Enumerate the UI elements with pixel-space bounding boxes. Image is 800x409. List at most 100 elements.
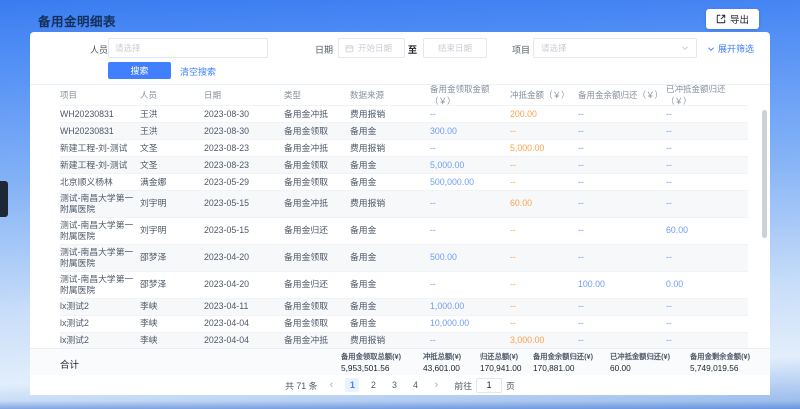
table-cell: 2023-08-30: [204, 124, 284, 139]
summary-item: 冲抵总额(¥)43,601.00: [423, 352, 461, 373]
table-row[interactable]: WH20230831王洪2023-08-30备用金领取备用金300.00----…: [60, 123, 748, 140]
table-cell-amount: --: [510, 175, 578, 190]
table-cell-amount: 3,000.00: [510, 333, 578, 348]
table-cell-amount: --: [666, 299, 748, 314]
project-filter-placeholder: 请选择: [541, 42, 567, 54]
table-cell: 备用金领取: [284, 158, 350, 173]
table-cell: 备用金冲抵: [284, 107, 350, 122]
table-cell: 邵梦泽: [140, 277, 204, 292]
table-cell-amount: 500,000.00: [430, 175, 510, 190]
summary-item-label: 已冲抵金额归还(¥): [610, 352, 670, 362]
table-cell-amount: --: [510, 250, 578, 265]
column-header: 已冲抵金额归还（￥）: [666, 83, 748, 107]
table-cell-amount: --: [430, 196, 510, 211]
summary-item-label: 冲抵总额(¥): [423, 352, 461, 362]
date-end-placeholder: 结束日期: [438, 42, 472, 54]
table-row[interactable]: 北京顺义杨林满金娜2023-05-29备用金领取备用金500,000.00---…: [60, 174, 748, 191]
date-separator: 至: [408, 43, 417, 56]
page-button-1[interactable]: 1: [345, 378, 359, 392]
page-button-4[interactable]: 4: [408, 378, 422, 392]
goto-page-input[interactable]: [476, 378, 502, 393]
table-cell: 李峡: [140, 316, 204, 331]
table-cell: 备用金: [350, 299, 430, 314]
table-cell: 新建工程-刘-测试: [60, 158, 140, 173]
table-cell: 李峡: [140, 333, 204, 348]
column-header: 备用金领取金额（￥）: [430, 83, 510, 107]
column-header: 类型: [284, 89, 350, 101]
summary-item-label: 备用金剩余金额(¥): [690, 352, 750, 362]
table-cell: 备用金冲抵: [284, 333, 350, 348]
table-row[interactable]: lx测试2李峡2023-04-11备用金领取备用金1,000.00------: [60, 299, 748, 316]
column-header: 冲抵金额（￥）: [510, 89, 578, 101]
table-row[interactable]: lx测试2李峡2023-04-04备用金领取备用金10,000.00------: [60, 316, 748, 333]
goto-page-unit: 页: [506, 379, 515, 392]
table-row[interactable]: 新建工程-刘-测试文圣2023-08-23备用金冲抵费用报销--5,000.00…: [60, 140, 748, 157]
table-cell: lx测试2: [60, 316, 140, 331]
search-button[interactable]: 搜索: [108, 62, 171, 79]
next-page-button[interactable]: ›: [429, 378, 443, 392]
table-cell: 备用金冲抵: [284, 196, 350, 211]
table-cell: 2023-04-04: [204, 333, 284, 348]
table-cell-amount: --: [666, 158, 748, 173]
table-cell-amount: --: [666, 175, 748, 190]
export-button[interactable]: 导出: [706, 9, 759, 29]
table-cell: 新建工程-刘-测试: [60, 141, 140, 156]
date-filter-label: 日期: [315, 43, 333, 56]
table-row[interactable]: 新建工程-刘-测试文圣2023-08-23备用金领取备用金5,000.00---…: [60, 157, 748, 174]
table-cell-amount: --: [510, 223, 578, 238]
person-filter-input[interactable]: [108, 38, 268, 58]
summary-row: 合计 备用金领取总额(¥)5,953,501.56冲抵总额(¥)43,601.0…: [30, 348, 770, 375]
table-cell-amount: --: [430, 333, 510, 348]
prev-page-button[interactable]: ‹: [324, 378, 338, 392]
table-scrollbar[interactable]: [762, 110, 767, 238]
table-cell: 费用报销: [350, 141, 430, 156]
table-cell-amount: 1,000.00: [430, 299, 510, 314]
export-button-label: 导出: [730, 12, 749, 26]
table-row[interactable]: 测试-南昌大学第一附属医院刘宇明2023-05-15备用金冲抵费用报销--60.…: [60, 191, 748, 218]
table-cell: 备用金: [350, 158, 430, 173]
table-cell-amount: 200.00: [510, 107, 578, 122]
table-row[interactable]: 测试-南昌大学第一附属医院邵梦泽2023-04-20备用金领取备用金500.00…: [60, 245, 748, 272]
table-cell-amount: --: [666, 250, 748, 265]
summary-item: 备用金剩余金额(¥)5,749,019.56: [690, 352, 750, 373]
table-cell-amount: --: [666, 107, 748, 122]
table-row[interactable]: 测试-南昌大学第一附属医院邵梦泽2023-04-20备用金归还备用金----10…: [60, 272, 748, 299]
export-icon: [716, 14, 726, 24]
table-cell: 2023-05-15: [204, 196, 284, 211]
table-cell-amount: 60.00: [510, 196, 578, 211]
summary-item-value: 5,953,501.56: [341, 363, 401, 373]
table-cell: 北京顺义杨林: [60, 175, 140, 190]
expand-filter-link[interactable]: 展开筛选: [707, 42, 754, 55]
table-cell: lx测试2: [60, 299, 140, 314]
table-cell: 邵梦泽: [140, 250, 204, 265]
table-cell-amount: 10,000.00: [430, 316, 510, 331]
table-cell: 2023-05-15: [204, 223, 284, 238]
table-cell: 2023-08-30: [204, 107, 284, 122]
date-end-input[interactable]: 结束日期: [423, 38, 487, 58]
table-cell: 王洪: [140, 107, 204, 122]
table-cell: 满金娜: [140, 175, 204, 190]
chevron-down-icon: [707, 45, 715, 53]
table-cell: WH20230831: [60, 107, 140, 122]
calendar-icon: [345, 44, 354, 53]
date-start-placeholder: 开始日期: [358, 42, 392, 54]
summary-item: 备用金领取总额(¥)5,953,501.56: [341, 352, 401, 373]
table-cell: 文圣: [140, 158, 204, 173]
table-cell: 2023-04-04: [204, 316, 284, 331]
table-cell: 费用报销: [350, 196, 430, 211]
table-row[interactable]: 测试-南昌大学第一附属医院刘宇明2023-05-15备用金归还备用金------…: [60, 218, 748, 245]
clear-search-button[interactable]: 清空搜索: [180, 65, 216, 78]
page-button-2[interactable]: 2: [366, 378, 380, 392]
table-cell-amount: --: [430, 107, 510, 122]
table-cell-amount: 500.00: [430, 250, 510, 265]
project-filter-select[interactable]: 请选择: [533, 38, 697, 58]
table-cell: 备用金: [350, 316, 430, 331]
table-row[interactable]: WH20230831王洪2023-08-30备用金冲抵费用报销--200.00-…: [60, 106, 748, 123]
page-button-3[interactable]: 3: [387, 378, 401, 392]
table-cell-amount: --: [578, 124, 666, 139]
table-cell-amount: --: [578, 316, 666, 331]
side-drawer-handle[interactable]: [0, 181, 8, 217]
date-start-input[interactable]: 开始日期: [338, 38, 405, 58]
table-cell: 备用金领取: [284, 175, 350, 190]
table-cell: 备用金: [350, 277, 430, 292]
